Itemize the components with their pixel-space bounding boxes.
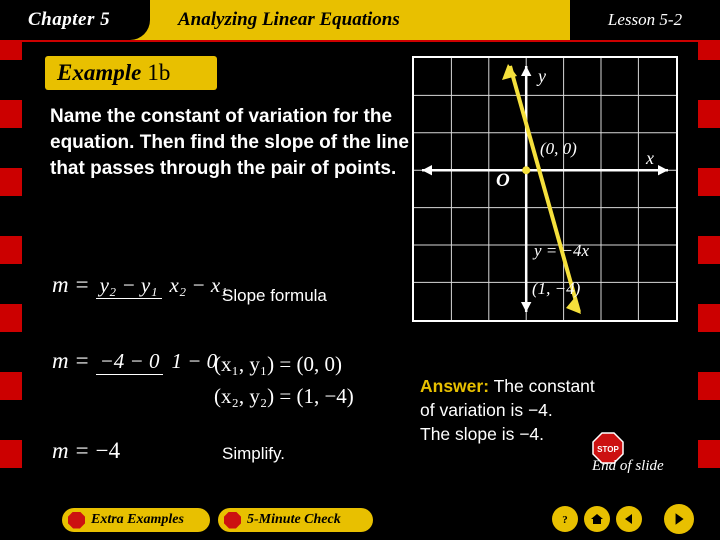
- lesson-number: Lesson 5-2: [607, 10, 683, 29]
- home-button[interactable]: [584, 506, 610, 532]
- simplify-line: m = −4: [52, 438, 120, 464]
- frame-notch: [698, 128, 720, 168]
- frame-notch: [698, 60, 720, 100]
- example-number: 1b: [147, 60, 171, 85]
- origin-label: O: [496, 170, 510, 191]
- x-axis-label: x: [645, 148, 654, 168]
- slope-formula-label: Slope formula: [222, 286, 327, 305]
- point-2-label: (1, −4): [532, 279, 581, 298]
- frame-notch: [698, 468, 720, 500]
- next-arrow-icon: [675, 513, 684, 525]
- lesson-number-band: Lesson 5-2: [570, 0, 720, 40]
- frame-notch: [0, 400, 22, 440]
- frame-notch: [0, 264, 22, 304]
- previous-button[interactable]: [616, 506, 642, 532]
- substitution-line: m = −4 − 0 1 − 0: [52, 348, 222, 375]
- problem-prompt: Name the constant of variation for the e…: [50, 106, 409, 179]
- next-button[interactable]: [664, 504, 694, 534]
- fraction-numerator: −4 − 0: [95, 348, 164, 375]
- example-tab: Example 1b: [45, 56, 217, 90]
- fraction-numerator: y₂ − y₁: [95, 272, 162, 299]
- svg-text:?: ?: [562, 514, 568, 526]
- lesson-title: Analyzing Linear Equations: [178, 9, 400, 30]
- substituted-fraction: −4 − 0 1 − 0: [95, 348, 222, 375]
- answer-text-3: The slope is −4.: [420, 424, 545, 444]
- extra-examples-button[interactable]: Extra Examples: [62, 508, 210, 532]
- equals-sign: =: [75, 272, 89, 297]
- frame-notch: [0, 196, 22, 236]
- equals-sign: =: [75, 438, 89, 463]
- help-button[interactable]: ?: [552, 506, 578, 532]
- frame-notch: [0, 468, 22, 500]
- end-of-slide-label: End of slide: [592, 458, 664, 474]
- equals-sign: =: [75, 348, 89, 373]
- frame-notch: [698, 196, 720, 236]
- coordinate-graph: y x O (0, 0) y = −4x (1, −4): [412, 56, 678, 322]
- point-two-substitution: (x₂, y₂) = (1, −4): [214, 384, 354, 408]
- y-axis-label: y: [536, 66, 546, 86]
- slope-value: −4: [95, 438, 121, 463]
- frame-notch: [698, 264, 720, 304]
- five-minute-check-label: 5-Minute Check: [247, 512, 341, 527]
- stop-octagon-icon: [68, 511, 85, 529]
- slope-fraction: y₂ − y₁ x₂ − x₁: [95, 272, 232, 299]
- header-banner: Analyzing Linear Equations Chapter 5 Les…: [0, 0, 720, 40]
- five-minute-check-button[interactable]: 5-Minute Check: [218, 508, 373, 532]
- answer-label: Answer:: [420, 376, 490, 396]
- frame-notch: [0, 128, 22, 168]
- point-origin: [522, 166, 531, 175]
- plotted-line: [502, 64, 581, 314]
- m-variable: m: [52, 438, 69, 463]
- slide: Analyzing Linear Equations Chapter 5 Les…: [0, 0, 720, 540]
- home-icon: [591, 514, 603, 524]
- simplify-label: Simplify.: [222, 444, 285, 463]
- chapter-tab: Chapter 5: [0, 0, 150, 40]
- example-word: Example: [57, 60, 142, 85]
- point-origin-label: (0, 0): [540, 139, 577, 158]
- stop-sign-text: STOP: [597, 445, 619, 454]
- question-mark-icon: ?: [562, 514, 568, 526]
- frame-notch: [0, 60, 22, 100]
- frame-notch: [0, 332, 22, 372]
- answer-block: Answer: The constant of variation is −4.…: [420, 374, 690, 446]
- chapter-label: Chapter 5: [28, 9, 111, 30]
- m-variable: m: [52, 348, 69, 373]
- m-variable: m: [52, 272, 69, 297]
- frame-notch: [698, 400, 720, 440]
- point-one-substitution: (x₁, y₁) = (0, 0): [214, 352, 342, 376]
- graph-svg: y x O (0, 0) y = −4x (1, −4): [414, 58, 676, 320]
- header-title-band: Analyzing Linear Equations: [130, 0, 570, 40]
- previous-arrow-icon: [625, 514, 632, 524]
- line-equation-label: y = −4x: [532, 241, 589, 260]
- slope-formula-line: m = y₂ − y₁ x₂ − x₁: [52, 272, 232, 299]
- extra-examples-label: Extra Examples: [91, 512, 184, 527]
- answer-text-2: of variation is −4.: [420, 400, 553, 420]
- frame-notch: [698, 332, 720, 372]
- stop-octagon-icon: [224, 511, 241, 529]
- answer-text-1: The constant: [493, 376, 595, 396]
